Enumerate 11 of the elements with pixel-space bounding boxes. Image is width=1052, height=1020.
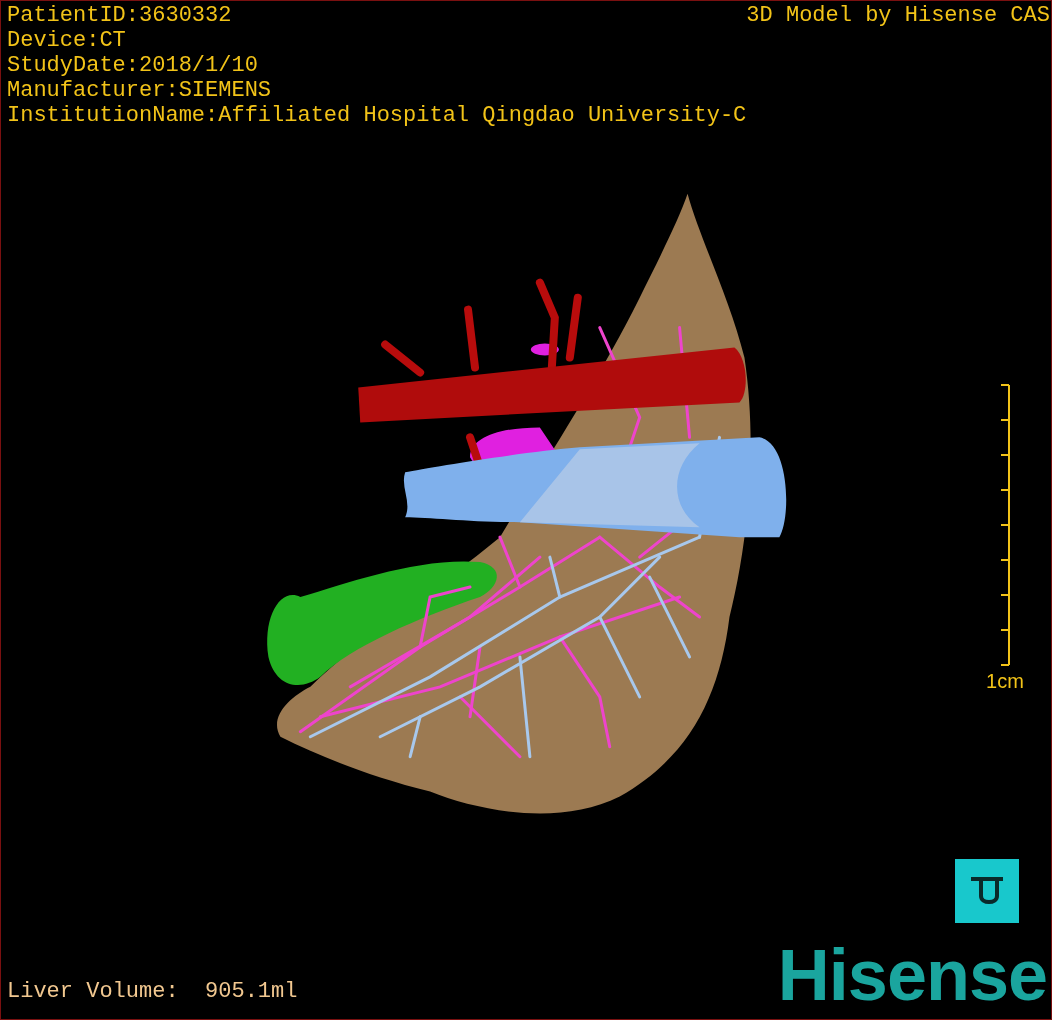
liver-volume-text: Liver Volume: 905.1ml: [7, 979, 298, 1005]
brand-logo: Hisense: [777, 939, 1047, 1011]
patient-info-text: Device:CT: [7, 28, 127, 53]
viewer-title: 3D Model by Hisense CAS: [746, 3, 1050, 28]
scale-label: 1cm: [986, 670, 1024, 694]
patient-info-text: PatientID:3630332: [7, 3, 233, 28]
scale-bar-icon: [998, 384, 1012, 667]
patient-info-text: InstitutionName:Affiliated Hospital Qingdao University-C: [7, 103, 747, 128]
patient-info-text: Manufacturer:SIEMENS: [7, 78, 273, 103]
patient-info-text: StudyDate:2018/1/10: [7, 53, 259, 78]
projection-button[interactable]: [955, 859, 1019, 923]
